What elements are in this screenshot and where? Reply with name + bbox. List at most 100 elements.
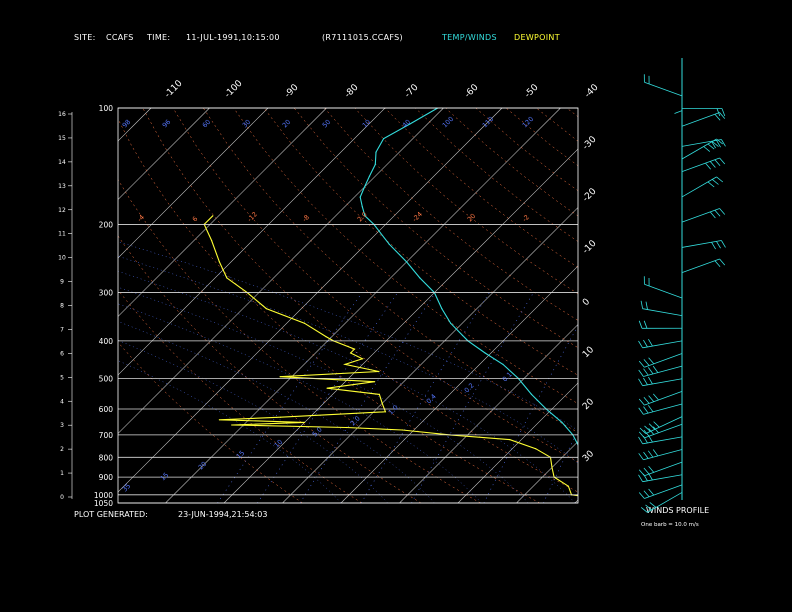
dewpoint-point	[279, 376, 281, 378]
wind-barb-flag	[648, 376, 653, 385]
isotherm-label: -70	[403, 82, 421, 100]
wind-barb-flag	[643, 397, 650, 404]
dewpoint-point	[381, 402, 383, 404]
temperature-point	[363, 186, 366, 188]
wind-barb-flag	[647, 450, 654, 458]
pressure-label: 600	[99, 405, 114, 414]
moist-adiabat	[118, 241, 578, 431]
height-tick-label: 4	[60, 398, 64, 405]
wind-barb-flag	[643, 359, 650, 366]
wind-barb-flag	[638, 474, 643, 482]
dewpoint-point	[211, 239, 213, 242]
moist-adiabat	[118, 360, 342, 503]
wind-barb-flag	[648, 488, 655, 496]
theta-label: 50	[321, 118, 333, 130]
wind-barb-staff	[644, 353, 683, 368]
dewpoint-point	[353, 348, 356, 350]
dry-adiabat-label: -24	[411, 210, 424, 223]
wind-barb-staff	[642, 436, 683, 445]
wind-barb-flag	[716, 241, 721, 249]
wind-barb-flag	[721, 139, 726, 147]
wind-barb-flag	[652, 393, 659, 401]
height-tick-label: 2	[60, 446, 64, 453]
moist-adiabat	[118, 286, 529, 503]
plot-inner	[0, 108, 792, 503]
wind-barb-flag	[648, 338, 653, 347]
isotherm-label-right: -30	[581, 134, 599, 152]
wind-barb	[638, 434, 683, 445]
wind-barb-flag	[714, 209, 721, 217]
mixing-ratio-label: 0.4	[425, 392, 438, 405]
wind-barb-staff	[644, 461, 683, 477]
dry-adiabat	[142, 108, 578, 493]
wind-barb-flag	[638, 469, 645, 477]
height-tick-label: 6	[60, 350, 64, 357]
theta-label: 20	[281, 118, 293, 130]
wind-barb	[681, 240, 726, 250]
wind-barb-flag	[645, 301, 648, 310]
wind-barb-flag	[648, 466, 655, 473]
wind-barb-flag	[719, 258, 726, 266]
theta-label: 60	[201, 118, 213, 130]
dewpoint-point	[218, 261, 220, 263]
height-tick-label: 9	[60, 279, 64, 286]
dewpoint-point	[378, 393, 380, 395]
isotherm-label-right: 0	[581, 297, 592, 308]
wind-barb	[638, 403, 683, 415]
pressure-label: 1050	[94, 499, 113, 508]
isotherm-line	[0, 108, 34, 503]
wind-barb-flag	[709, 161, 716, 168]
wind-barb-flag	[643, 451, 649, 459]
temperature-point	[484, 352, 486, 354]
mixing-ratio-label: 35	[121, 482, 133, 494]
pressure-label: 800	[99, 453, 114, 462]
dewpoint-point	[361, 358, 363, 360]
dry-adiabat	[505, 108, 578, 167]
dewpoint-point	[231, 424, 233, 426]
wind-barb-flag	[711, 241, 716, 250]
height-tick-label: 12	[58, 207, 66, 214]
isotherm-label-right: -10	[581, 238, 599, 256]
temperature-point	[615, 486, 616, 487]
dewpoint-point	[226, 277, 228, 279]
dewpoint-point	[374, 381, 376, 383]
wind-barb-flag	[648, 395, 655, 402]
height-tick-label: 14	[58, 159, 66, 166]
dry-adiabat	[658, 108, 792, 503]
isotherm-line	[118, 108, 152, 142]
mixing-ratio-line	[543, 429, 578, 503]
wind-barb-staff	[681, 138, 717, 160]
dry-adiabat	[566, 108, 578, 117]
isotherm-line	[634, 108, 792, 503]
wind-barb-flag	[647, 405, 654, 413]
wind-barb-staff	[644, 391, 683, 406]
dewpoint-point	[509, 439, 511, 441]
temperature-point	[359, 196, 361, 198]
isotherm-label-right: -20	[581, 186, 599, 204]
wind-barb-flag	[638, 407, 644, 415]
pressure-label: 900	[99, 473, 114, 482]
dry-adiabat	[415, 108, 578, 242]
height-tick-label: 13	[58, 183, 66, 190]
plot-area	[0, 108, 792, 503]
temperature-point	[388, 243, 390, 245]
wind-barb-flag	[648, 357, 655, 365]
skewt-chart: 1002003004005006007008009001000105016151…	[0, 58, 792, 513]
height-tick-label: 5	[60, 374, 64, 381]
height-tick-label: 1	[60, 470, 64, 477]
temperature-point	[450, 322, 452, 324]
wind-barb-flag	[649, 502, 657, 508]
wind-barb-flag	[638, 436, 643, 445]
temperature-point	[383, 138, 385, 140]
isotherm-label: -110	[163, 78, 185, 100]
wind-barb	[681, 208, 726, 223]
wind-barb	[681, 176, 724, 198]
dry-adiabat-label: -12	[246, 210, 259, 223]
isotherm-label-right: 20	[581, 397, 596, 412]
wind-barb-flag	[721, 240, 726, 248]
dewpoint-point	[345, 426, 347, 429]
wind-barb-staff	[681, 112, 720, 127]
wind-barb	[681, 108, 726, 117]
dewpoint-point	[535, 448, 537, 450]
mixing-ratio-label: 0.2	[463, 381, 476, 394]
